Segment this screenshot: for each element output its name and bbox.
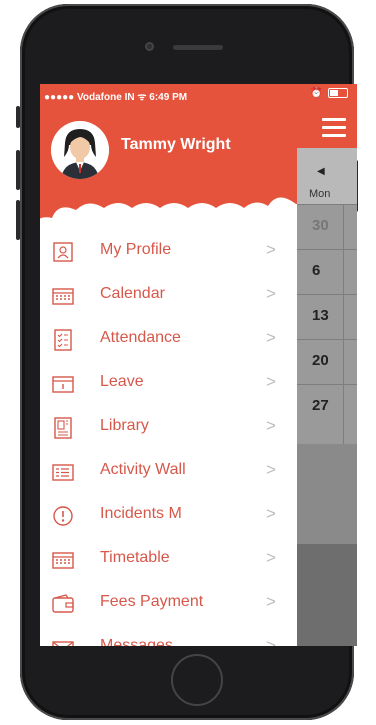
calendar-cell[interactable]: 30 <box>297 204 357 249</box>
app-screen: ◀ Mon 30 6 13 20 27 Tammy Wright My Prof… <box>40 84 357 646</box>
library-icon <box>54 417 72 439</box>
calendar-grid: 30 6 13 20 27 <box>297 204 357 444</box>
clock-time: 6:49 PM <box>149 92 188 103</box>
drawer-header: Tammy Wright <box>40 84 297 252</box>
menu-label: Library <box>100 417 149 434</box>
menu-label: Messages <box>100 637 173 646</box>
menu-item-my-profile[interactable]: My Profile > <box>40 230 297 274</box>
alarm-icon: ⏰ <box>310 88 323 99</box>
menu-item-fees-payment[interactable]: Fees Payment > <box>40 582 297 626</box>
status-bar: ●●●●● Vodafone IN ᯤ 6:49 PM ⏰ <box>40 84 357 104</box>
earpiece-speaker <box>173 45 223 50</box>
calendar-view: ◀ Mon 30 6 13 20 27 <box>297 84 357 646</box>
wallet-icon <box>52 594 74 613</box>
menu-label: Calendar <box>100 285 165 302</box>
front-camera <box>145 42 154 51</box>
calendar-cell[interactable]: 20 <box>297 339 357 384</box>
calendar-nav: ◀ Mon <box>297 148 357 204</box>
chevron-right-icon: > <box>266 372 276 391</box>
menu-label: Leave <box>100 373 144 390</box>
menu-item-timetable[interactable]: Timetable > <box>40 538 297 582</box>
user-name: Tammy Wright <box>121 136 231 153</box>
volume-up-button <box>16 150 20 190</box>
home-button[interactable] <box>171 654 223 706</box>
wifi-icon: ᯤ <box>137 92 150 103</box>
grid-divider <box>343 204 344 444</box>
navigation-drawer: Tammy Wright My Profile > Calendar > Att… <box>40 84 297 646</box>
timetable-icon <box>52 552 74 569</box>
menu-label: Timetable <box>100 549 170 566</box>
menu-item-activity-wall[interactable]: Activity Wall > <box>40 450 297 494</box>
volume-down-button <box>16 200 20 240</box>
incidents-icon <box>53 506 73 526</box>
menu-item-messages[interactable]: Messages > <box>40 626 297 646</box>
calendar-cell[interactable]: 27 <box>297 384 357 429</box>
menu-item-leave[interactable]: Leave > <box>40 362 297 406</box>
chevron-right-icon: > <box>266 460 276 479</box>
carrier-label: ●●●●● Vodafone IN ᯤ 6:49 PM <box>44 92 188 103</box>
chevron-right-icon: > <box>266 328 276 347</box>
menu-item-attendance[interactable]: Attendance > <box>40 318 297 362</box>
chevron-right-icon: > <box>266 504 276 523</box>
hamburger-menu-icon[interactable] <box>322 118 346 142</box>
menu-item-calendar[interactable]: Calendar > <box>40 274 297 318</box>
menu-label: Attendance <box>100 329 181 346</box>
avatar[interactable] <box>51 121 109 179</box>
calendar-icon <box>52 288 74 305</box>
envelope-icon <box>52 641 74 646</box>
menu-label: Activity Wall <box>100 461 186 478</box>
calendar-cell[interactable]: 13 <box>297 294 357 339</box>
weekday-label: Mon <box>309 188 331 200</box>
chevron-right-icon: > <box>266 636 276 646</box>
attendance-icon <box>54 329 72 351</box>
calendar-footer-area <box>297 544 357 646</box>
mute-switch <box>16 106 20 128</box>
menu-label: Incidents M <box>100 505 182 522</box>
chevron-right-icon: > <box>266 284 276 303</box>
menu-label: My Profile <box>100 241 172 258</box>
menu-item-incidents[interactable]: Incidents M > <box>40 494 297 538</box>
battery-area: ⏰ <box>310 88 349 99</box>
battery-icon <box>328 88 349 99</box>
leave-icon <box>52 376 74 393</box>
calendar-cell[interactable]: 6 <box>297 249 357 294</box>
menu-label: Fees Payment <box>100 593 204 610</box>
activity-wall-icon <box>52 464 74 481</box>
chevron-right-icon: > <box>266 548 276 567</box>
chevron-right-icon: > <box>266 240 276 259</box>
chevron-right-icon: > <box>266 592 276 611</box>
profile-icon <box>53 242 73 262</box>
chevron-right-icon: > <box>266 416 276 435</box>
menu-item-library[interactable]: Library > <box>40 406 297 450</box>
prev-month-icon[interactable]: ◀ <box>317 166 325 177</box>
